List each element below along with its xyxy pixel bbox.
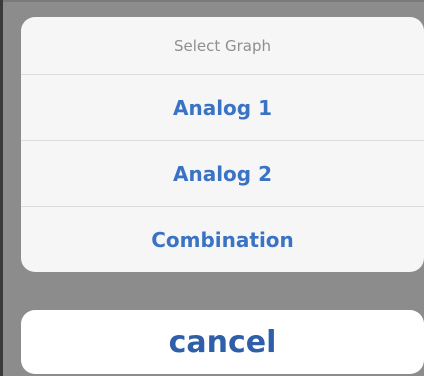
cancel-button[interactable]: cancel bbox=[21, 310, 424, 374]
action-sheet: Select Graph Analog 1 Analog 2 Combinati… bbox=[21, 17, 424, 272]
option-combination-button[interactable]: Combination bbox=[21, 207, 424, 272]
option-analog-1-button[interactable]: Analog 1 bbox=[21, 75, 424, 141]
option-analog-2-button[interactable]: Analog 2 bbox=[21, 141, 424, 207]
action-sheet-title: Select Graph bbox=[21, 17, 424, 75]
backdrop-top-edge bbox=[0, 0, 424, 2]
backdrop-left-edge bbox=[0, 0, 3, 376]
